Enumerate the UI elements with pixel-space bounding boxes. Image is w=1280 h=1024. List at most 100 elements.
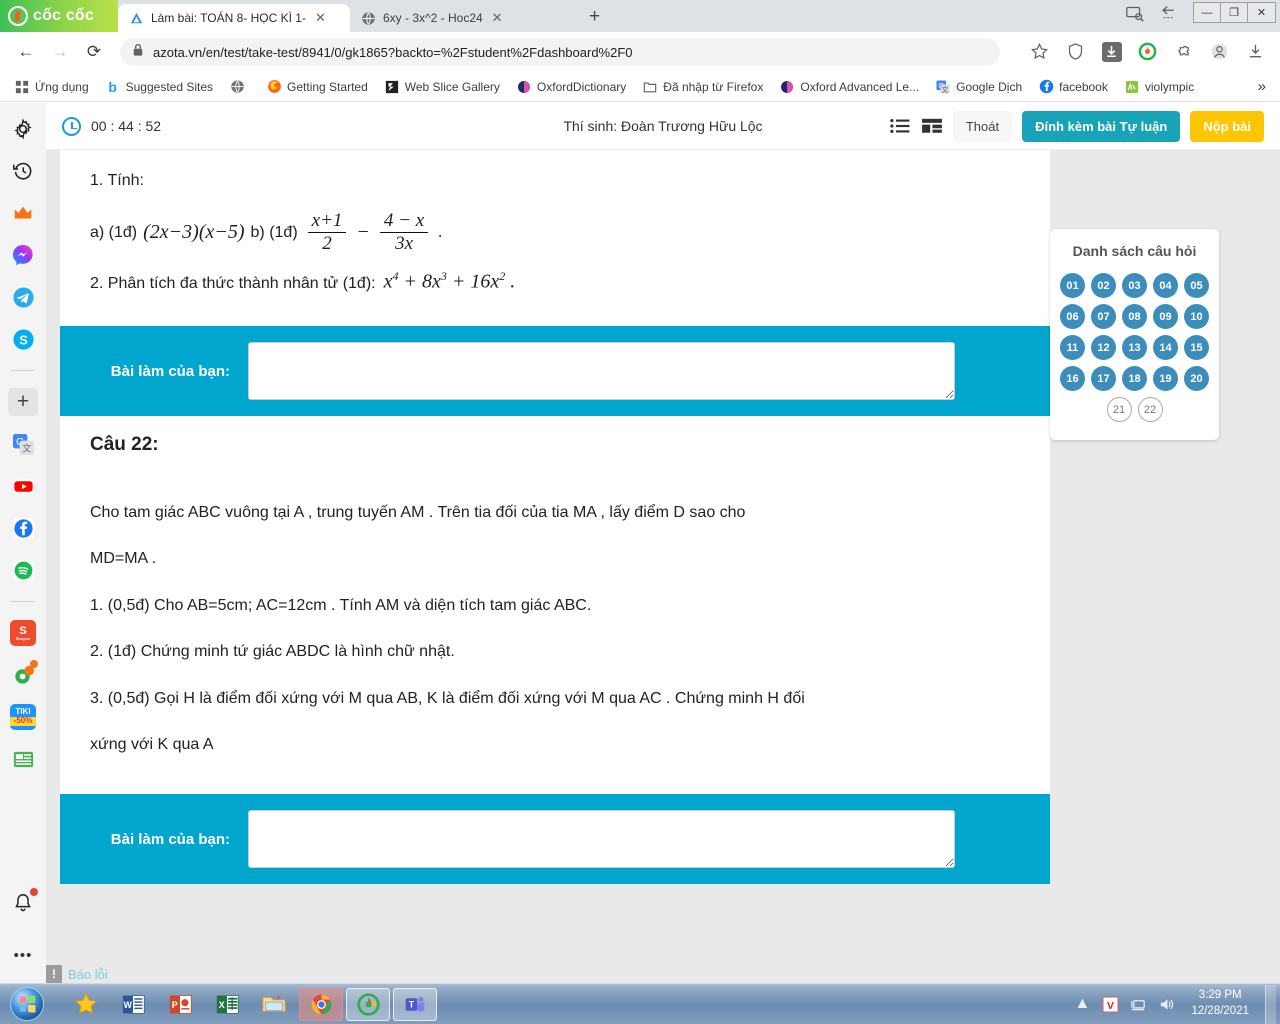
sidebar-item-shopee[interactable]: S Shopee xyxy=(9,619,37,647)
submit-button[interactable]: Nộp bài xyxy=(1190,110,1264,142)
show-desktop-button[interactable] xyxy=(1265,984,1276,1024)
taskbar-item-teams[interactable]: T xyxy=(393,987,437,1021)
sidebar-item-notifications[interactable] xyxy=(9,888,38,917)
question-number-20[interactable]: 20 xyxy=(1184,366,1209,391)
question-number-21[interactable]: 21 xyxy=(1106,397,1132,422)
profile-icon[interactable] xyxy=(1210,42,1230,62)
list-view-icon[interactable] xyxy=(889,117,911,135)
start-button[interactable] xyxy=(0,985,54,1024)
question-number-01[interactable]: 01 xyxy=(1060,273,1085,298)
taskbar-item-powerpoint[interactable]: P xyxy=(158,988,202,1021)
bookmark-web-slice-gallery[interactable]: Web Slice Gallery xyxy=(378,77,506,97)
question-number-22[interactable]: 22 xyxy=(1137,397,1163,422)
question-number-17[interactable]: 17 xyxy=(1091,366,1116,391)
question-number-03[interactable]: 03 xyxy=(1122,273,1147,298)
taskbar-item-word[interactable]: W xyxy=(111,988,155,1021)
browser-tab-1[interactable]: Làm bài: TOÁN 8- HỌC KÌ 1- ✕ xyxy=(118,4,350,32)
sidebar-item-telegram[interactable] xyxy=(9,283,37,311)
question-number-04[interactable]: 04 xyxy=(1153,273,1178,298)
bookmark-getting-started[interactable]: Getting Started xyxy=(260,77,374,97)
bookmark-suggested-sites[interactable]: b Suggested Sites xyxy=(99,77,219,97)
back-arrow-dashed-icon[interactable] xyxy=(1159,4,1179,22)
question-number-08[interactable]: 08 xyxy=(1122,304,1147,329)
close-icon[interactable]: ✕ xyxy=(315,10,326,26)
bookmark-star-icon[interactable] xyxy=(1030,42,1050,62)
bookmark-apps[interactable]: Ứng dụng xyxy=(8,77,95,97)
back-icon[interactable]: ← xyxy=(10,37,42,67)
window-buttons: — ❐ ✕ xyxy=(1193,2,1276,23)
bookmark-oxford-advanced[interactable]: Oxford Advanced Le... xyxy=(773,77,925,97)
sidebar-item-skype[interactable]: S xyxy=(9,325,37,353)
sidebar-item-youtube[interactable] xyxy=(9,472,37,500)
sidebar-item-coccoc-game[interactable] xyxy=(9,660,38,689)
bookmark-google-translate[interactable]: G文 Google Dịch xyxy=(929,77,1028,97)
close-button[interactable]: ✕ xyxy=(1248,3,1275,22)
taskbar-clock[interactable]: 3:29 PM 12/28/2021 xyxy=(1185,988,1255,1019)
extensions-puzzle-icon[interactable] xyxy=(1174,42,1194,62)
sidebar-item-add[interactable]: + xyxy=(8,388,38,416)
bookmark-violympic[interactable]: violympic xyxy=(1118,77,1200,97)
new-tab-button[interactable]: + xyxy=(580,6,609,32)
grid-view-icon[interactable] xyxy=(921,117,943,135)
attach-essay-button[interactable]: Đính kèm bài Tự luận xyxy=(1022,110,1181,142)
question-number-10[interactable]: 10 xyxy=(1184,304,1209,329)
bookmark-facebook[interactable]: facebook xyxy=(1032,77,1114,97)
bookmark-firefox-import[interactable]: Đã nhập từ Firefox xyxy=(636,77,769,97)
answer-input-21[interactable] xyxy=(248,342,955,401)
taskbar-item-star[interactable] xyxy=(64,988,108,1021)
question-number-07[interactable]: 07 xyxy=(1091,304,1116,329)
bookmark-facebook-label: facebook xyxy=(1059,79,1108,94)
bookmarks-overflow-icon[interactable]: » xyxy=(1258,78,1272,95)
sidebar-item-news[interactable] xyxy=(9,745,37,773)
close-icon[interactable]: ✕ xyxy=(492,10,503,26)
sidebar-item-more[interactable]: ••• xyxy=(9,941,37,969)
question-number-09[interactable]: 09 xyxy=(1153,304,1178,329)
question-number-19[interactable]: 19 xyxy=(1153,366,1178,391)
exit-button[interactable]: Thoát xyxy=(952,110,1013,142)
question-number-15[interactable]: 15 xyxy=(1184,335,1209,360)
address-bar[interactable]: azota.vn/en/test/take-test/8941/0/gk1865… xyxy=(120,38,1000,66)
volume-icon[interactable] xyxy=(1157,995,1175,1013)
sidebar-item-tiki[interactable]: TIKI -50% xyxy=(9,703,37,731)
bookmark-firefox-import-label: Đã nhập từ Firefox xyxy=(663,79,764,94)
forward-icon[interactable]: → xyxy=(44,37,76,67)
question-number-13[interactable]: 13 xyxy=(1122,335,1147,360)
question-number-05[interactable]: 05 xyxy=(1184,273,1209,298)
sidebar-item-history[interactable] xyxy=(9,157,37,185)
sidebar-item-premium[interactable] xyxy=(9,199,37,227)
microsoft-powerpoint-icon: P xyxy=(169,994,192,1014)
exam-scroll-area[interactable]: 1. Tính: a) (1đ) (2x−3)(x−5) b) (1đ) x+1… xyxy=(46,150,1280,983)
download-arrow-icon[interactable] xyxy=(1102,42,1122,62)
taskbar-item-coccoc[interactable] xyxy=(346,987,390,1021)
taskbar-item-chrome[interactable] xyxy=(299,987,343,1021)
sidebar-item-spotify[interactable] xyxy=(9,556,37,584)
bookmark-globe[interactable] xyxy=(223,77,256,97)
bookmark-oxford-dictionary[interactable]: OxfordDictionary xyxy=(510,77,632,97)
question-number-18[interactable]: 18 xyxy=(1122,366,1147,391)
taskbar-item-file-explorer[interactable] xyxy=(252,988,296,1021)
report-error-widget[interactable]: ! Báo lỗi xyxy=(46,965,108,983)
sidebar-item-google-translate[interactable]: G文 xyxy=(9,430,37,458)
sidebar-item-settings[interactable] xyxy=(9,115,37,143)
question-number-02[interactable]: 02 xyxy=(1091,273,1116,298)
question-number-12[interactable]: 12 xyxy=(1091,335,1116,360)
downloads-tray-icon[interactable] xyxy=(1246,42,1266,62)
question-number-14[interactable]: 14 xyxy=(1153,335,1178,360)
taskbar-item-excel[interactable]: X xyxy=(205,988,249,1021)
question-number-11[interactable]: 11 xyxy=(1060,335,1085,360)
shield-icon[interactable] xyxy=(1066,42,1086,62)
question-number-16[interactable]: 16 xyxy=(1060,366,1085,391)
minimize-button[interactable]: — xyxy=(1194,3,1221,22)
question-number-06[interactable]: 06 xyxy=(1060,304,1085,329)
sidebar-item-facebook[interactable] xyxy=(9,514,37,542)
maximize-button[interactable]: ❐ xyxy=(1221,3,1248,22)
show-hidden-icons-icon[interactable]: ▲ xyxy=(1073,995,1091,1013)
screenshot-icon[interactable] xyxy=(1125,4,1145,22)
browser-tab-2[interactable]: 6xy - 3x^2 - Hoc24 ✕ xyxy=(350,4,580,32)
answer-input-22[interactable] xyxy=(248,810,955,869)
v-app-icon[interactable]: V xyxy=(1101,995,1119,1013)
sidebar-item-messenger[interactable] xyxy=(9,241,37,269)
reload-icon[interactable]: ⟳ xyxy=(78,37,110,67)
network-icon[interactable] xyxy=(1129,995,1147,1013)
coccoc-logo-icon[interactable] xyxy=(1138,42,1158,62)
